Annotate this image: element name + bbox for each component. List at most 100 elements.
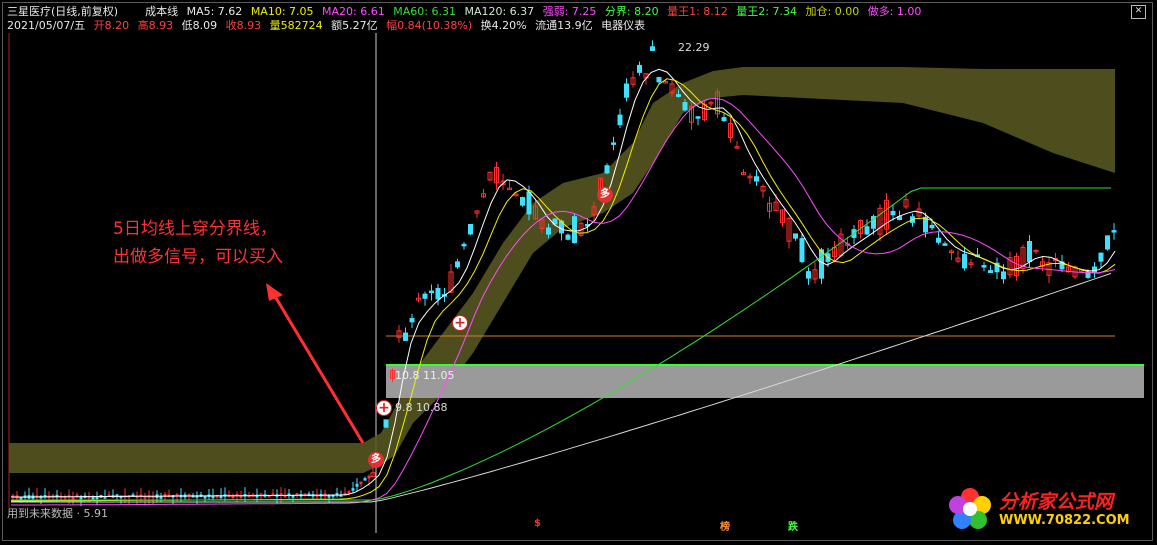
candle-body (929, 224, 935, 229)
candle-body (422, 293, 428, 299)
boundary-value: 分界: 8.20 (604, 5, 659, 18)
candle-body (461, 243, 467, 247)
future-data-label: 用到未来数据 · 5.91 (7, 507, 108, 520)
annotation-line-2: 出做多信号，可以买入 (113, 247, 283, 267)
candle-body (624, 83, 629, 98)
ma20-value: MA20: 6.61 (322, 5, 385, 18)
flower-logo-icon (949, 488, 991, 529)
long-signal-icon-2[interactable]: 多 (597, 187, 613, 203)
stock-title: 三星医疗(日线,前复权) (7, 5, 119, 18)
ma5-value: MA5: 7.62 (186, 5, 243, 18)
candle-body (962, 253, 967, 269)
candle-body (721, 117, 727, 122)
candle-body (981, 265, 987, 268)
candle-body (942, 243, 948, 246)
quote-high: 高8.93 (137, 19, 174, 32)
ma120-value: MA120: 6.37 (464, 5, 535, 18)
close-icon[interactable]: ✕ (1131, 5, 1146, 19)
candle-body (159, 496, 163, 499)
quote-change: 幅0.84(10.38%) (386, 19, 473, 32)
candle-body (91, 496, 95, 500)
candle-body (565, 234, 571, 240)
candle-body (650, 46, 655, 51)
band-label: 10.8 11.05 (395, 369, 455, 382)
quote-volume: 量582724 (269, 19, 323, 32)
candle-body (682, 102, 688, 111)
candle-body (383, 419, 389, 428)
candle-body (1098, 252, 1104, 262)
candle-body (1027, 240, 1032, 262)
high-price-label: 22.29 (678, 41, 710, 54)
candle-body (351, 488, 355, 491)
candle-body (656, 77, 662, 83)
candle-body (211, 495, 215, 499)
quote-amount: 额5.27亿 (331, 19, 378, 32)
buy-signal-icon[interactable]: + (376, 400, 392, 416)
candle-body (203, 496, 207, 499)
king1-value: 量王1: 8.12 (667, 5, 728, 18)
bottom-mark-dollar: $ (534, 518, 541, 529)
candle-body (890, 210, 896, 216)
cost-line-label: 成本线 (145, 5, 179, 18)
logo-url: WWW.70822.COM (999, 513, 1130, 528)
candlestick-chart[interactable] (3, 3, 1153, 541)
lower-level-label: 9.8 10.88 (395, 401, 448, 414)
candle-body (864, 226, 870, 235)
candle-body (611, 142, 616, 145)
candle-body (429, 290, 434, 294)
ma10-line (11, 78, 1116, 502)
candle-body (1105, 235, 1110, 250)
quote-close: 收8.93 (225, 19, 262, 32)
candle-body (520, 197, 525, 206)
candle-body (355, 483, 359, 487)
bottom-mark-die: 跌 (788, 522, 798, 533)
ma10-value: MA10: 7.05 (250, 5, 314, 18)
logo-title: 分析家公式网 (999, 491, 1114, 513)
quote-turnover: 换4.20% (480, 19, 527, 32)
buy-signal-icon-2[interactable]: + (452, 315, 468, 331)
strong-weak-value: 强弱: 7.25 (542, 5, 597, 18)
king2-value: 量王2: 7.34 (736, 5, 797, 18)
candle-body (455, 261, 460, 268)
quote-sector: 电器仪表 (601, 19, 646, 32)
candle-body (1001, 271, 1006, 280)
candle-body (327, 495, 331, 498)
candle-body (793, 233, 798, 239)
ma5-line (11, 68, 1116, 498)
candle-body (526, 191, 532, 215)
quote-float: 流通13.9亿 (535, 19, 593, 32)
candle-body (572, 216, 577, 244)
candle-body (637, 64, 642, 73)
candle-body (403, 332, 408, 341)
quote-low: 低8.09 (181, 19, 218, 32)
candle-body (754, 176, 759, 182)
quote-bar: 2021/05/07/五 开8.20 高8.93 低8.09 收8.93 量58… (7, 19, 650, 32)
annotation-arrow (271, 292, 365, 444)
candle-body (988, 270, 993, 273)
candle-body (435, 288, 441, 300)
candle-body (799, 238, 805, 263)
candle-body (79, 496, 83, 500)
candle-body (819, 249, 824, 279)
arrow-head-icon (266, 283, 283, 301)
bottom-mark-bang: 榜 (720, 522, 730, 533)
candle-body (546, 227, 551, 235)
candle-body (363, 478, 367, 481)
candle-body (95, 496, 99, 500)
chart-window[interactable]: 三星医疗(日线,前复权) ⚙ 成本线 MA5: 7.62 MA10: 7.05 … (2, 2, 1153, 541)
candle-body (936, 237, 941, 243)
long-value: 做多: 1.00 (867, 5, 922, 18)
ma60-value: MA60: 6.31 (393, 5, 456, 18)
quote-date: 2021/05/07/五 (7, 19, 86, 32)
candle-body (409, 317, 415, 323)
candle-body (617, 114, 623, 126)
candle-body (676, 94, 681, 97)
candle-body (695, 116, 701, 119)
gear-icon[interactable]: ⚙ (127, 5, 137, 18)
long-signal-icon[interactable]: 多 (368, 452, 384, 468)
resistance-zone (386, 366, 1144, 398)
candle-body (604, 165, 610, 174)
add-position-value: 加仓: 0.00 (805, 5, 860, 18)
annotation-line-1: 5日均线上穿分界线， (113, 219, 277, 239)
indicator-header: 三星医疗(日线,前复权) ⚙ 成本线 MA5: 7.62 MA10: 7.05 … (7, 5, 926, 18)
